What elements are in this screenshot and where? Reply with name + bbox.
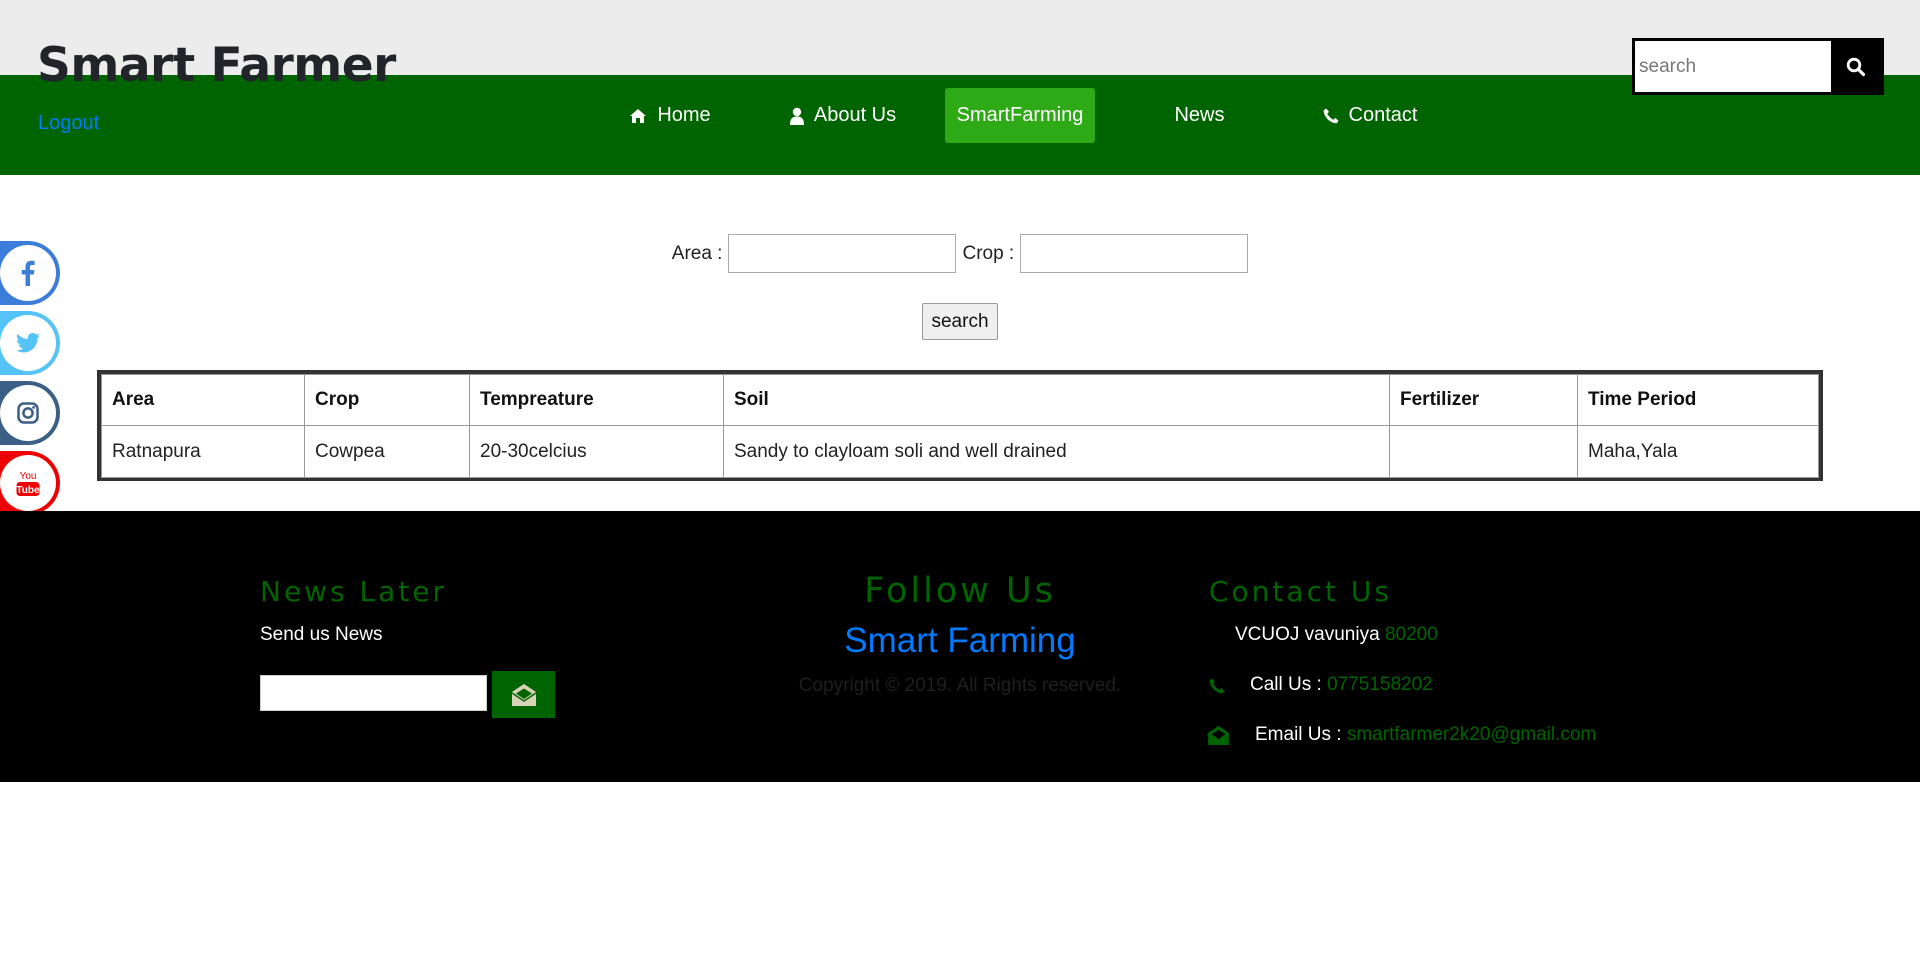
email-label: Email Us : <box>1255 724 1342 745</box>
nav-smartfarming[interactable]: SmartFarming <box>945 88 1095 143</box>
nav-news-label: News <box>1174 104 1225 126</box>
header-search-button[interactable] <box>1831 41 1881 92</box>
cell-soil: Sandy to clayloam soli and well drained <box>723 425 1390 478</box>
header-search-input[interactable] <box>1635 41 1831 92</box>
col-header-area: Area <box>101 374 305 426</box>
col-header-fertilizer: Fertilizer <box>1389 374 1578 426</box>
table-row: Ratnapura Cowpea 20-30celcius Sandy to c… <box>101 425 1819 478</box>
nav-home[interactable]: Home <box>620 88 720 143</box>
instagram-icon <box>17 402 39 424</box>
youtube-link[interactable]: You Tube <box>0 451 60 515</box>
svg-text:You: You <box>20 471 37 482</box>
col-header-time-period: Time Period <box>1577 374 1819 426</box>
envelope-open-icon <box>1208 726 1229 745</box>
phone-icon <box>1209 678 1225 694</box>
col-header-temperature: Tempreature <box>469 374 724 426</box>
call-line: Call Us : 0775158202 <box>1250 674 1433 696</box>
nav-news[interactable]: News <box>1162 88 1237 143</box>
nav-contact-label: Contact <box>1348 104 1418 126</box>
search-form: Area : Crop : <box>0 234 1920 273</box>
follow-us-title: Follow Us <box>864 571 1056 611</box>
main-nav: Home About Us SmartFarming News Contact <box>0 88 1920 143</box>
cell-crop: Cowpea <box>304 425 470 478</box>
nav-smartfarming-label: SmartFarming <box>956 104 1084 126</box>
col-header-crop: Crop <box>304 374 470 426</box>
address-code: 80200 <box>1384 624 1438 645</box>
cell-temperature: 20-30celcius <box>469 425 724 478</box>
crop-label: Crop : <box>962 242 1015 264</box>
cell-area: Ratnapura <box>101 425 305 478</box>
phone-icon <box>1323 108 1339 123</box>
user-icon <box>789 107 804 125</box>
crop-input[interactable] <box>1020 234 1249 273</box>
header-search <box>1632 38 1884 95</box>
nav-contact[interactable]: Contact <box>1318 88 1422 143</box>
nav-home-label: Home <box>657 104 711 126</box>
area-input[interactable] <box>728 234 957 273</box>
email-line: Email Us : smartfarmer2k20@gmail.com <box>1255 724 1596 746</box>
address-text: VCUOJ vavuniya <box>1235 624 1380 645</box>
col-header-soil: Soil <box>723 374 1390 426</box>
nav-about-label: About Us <box>813 104 897 126</box>
cell-fertilizer <box>1389 425 1578 478</box>
contact-us-title: Contact Us <box>1209 575 1392 608</box>
search-icon <box>1846 57 1866 76</box>
svg-text:Tube: Tube <box>16 485 40 496</box>
footer: News Later Send us News Follow Us Smart … <box>0 511 1920 782</box>
instagram-link[interactable] <box>0 381 60 445</box>
cell-time-period: Maha,Yala <box>1577 425 1819 478</box>
youtube-icon: You Tube <box>16 471 40 496</box>
area-label: Area : <box>671 242 723 264</box>
call-number[interactable]: 0775158202 <box>1327 674 1433 695</box>
results-table: Area Crop Tempreature Soil Fertilizer Ti… <box>97 370 1823 481</box>
site-brand: Smart Farmer <box>37 38 396 93</box>
twitter-link[interactable] <box>0 311 60 375</box>
smart-farming-link[interactable]: Smart Farming <box>0 621 1920 661</box>
copyright-text: Copyright © 2019. All Rights reserved. <box>798 675 1122 696</box>
nav-about[interactable]: About Us <box>783 88 903 143</box>
search-button[interactable]: search <box>922 303 998 340</box>
call-label: Call Us : <box>1250 674 1322 695</box>
table-header-row: Area Crop Tempreature Soil Fertilizer Ti… <box>101 374 1819 426</box>
home-icon <box>630 108 647 123</box>
email-address[interactable]: smartfarmer2k20@gmail.com <box>1347 724 1596 745</box>
twitter-icon <box>16 333 40 353</box>
address-line: VCUOJ vavuniya 80200 <box>1235 624 1438 646</box>
